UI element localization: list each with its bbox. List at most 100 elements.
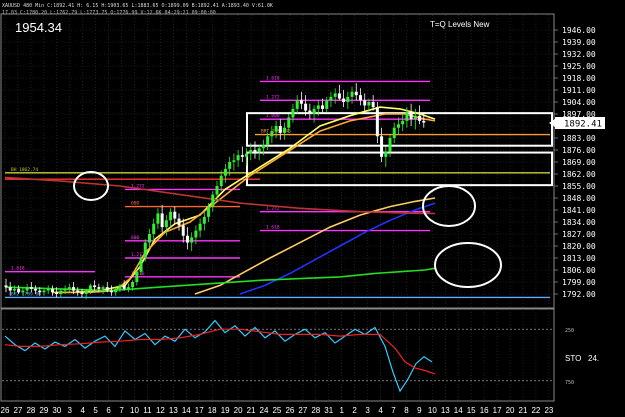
candle-body [131,282,135,288]
date-tick-label: 26 [1,406,10,415]
cursor-price-readout: 1954.34 [15,20,62,35]
candle-body [380,136,384,157]
candle-body [346,96,350,102]
candle-body [50,288,54,293]
candle-body [42,290,46,293]
candle-body [55,292,59,294]
candle-body [401,120,405,125]
candle-body [177,218,181,226]
date-tick-label: 21 [247,406,256,415]
candle-body [371,102,375,108]
price-tick-label: 1883.00 [562,134,596,143]
candle-body [236,155,240,161]
candle-body [418,115,422,121]
candle-body [59,290,63,294]
price-tick-label: 1876.00 [562,146,596,155]
indicator-info-line: 17.03 C:1780.20 L:1762.79 L:1773.75 O:17… [2,10,216,16]
price-tick-label: 1813.00 [562,254,596,263]
candle-body [46,288,50,291]
level-label: 000 [131,235,139,241]
candle-body [367,102,371,106]
candle-body [21,290,25,293]
date-tick-label: 28 [311,406,320,415]
level-label: 1.618 [266,225,280,231]
candle-body [164,220,168,228]
candle-body [219,175,223,186]
candle-body [228,162,232,169]
candle-body [354,91,358,96]
candle-body [72,287,76,291]
candle-body [409,112,413,120]
candle-body [325,100,329,109]
date-tick-label: 27 [298,406,307,415]
candle-body [101,287,105,289]
candle-body [135,271,139,282]
date-tick-label: 5 [93,406,98,415]
candle-body [321,105,324,109]
current-price-tag: 1892.41 [564,120,602,130]
candle-body [342,98,346,102]
date-tick-label: 3 [365,406,370,415]
date-tick-label: 21 [519,406,528,415]
date-tick-label: 13 [169,406,178,415]
candle-body [34,288,38,291]
indicator-title: T=Q Levels New [430,20,490,29]
candle-body [257,148,261,152]
candle-body [358,95,362,101]
candle-body [384,151,388,157]
date-tick-label: 2 [352,406,357,415]
candle-body [97,287,101,289]
candle-body [160,213,164,228]
level-label: 1.272 [266,94,280,100]
symbol-info-line: XAUUSD 480 Min C:1892.41 H: 6.15 H:1903.… [2,3,273,9]
candle-body [278,126,282,133]
date-tick-label: 27 [13,406,22,415]
candle-body [114,288,118,293]
candle-body [110,290,113,293]
candle-body [333,93,337,97]
candle-body [181,225,185,236]
date-tick-label: 17 [195,406,204,415]
oscillator-value: 24. [588,354,599,363]
candle-body [363,100,367,106]
price-chart[interactable]: 1.6181.2721.000BRT 1885.46BH 1862.741.27… [0,0,625,417]
candle-body [329,96,333,101]
price-tick-label: 1806.00 [562,266,596,275]
date-tick-label: 30 [52,406,61,415]
date-tick-label: 15 [467,406,476,415]
candle-body [8,287,12,291]
date-tick-label: 10 [428,406,437,415]
date-tick-label: 6 [106,406,111,415]
candle-body [215,186,219,195]
candle-body [17,288,21,293]
level-label: BH 1862.74 [11,167,38,173]
price-tick-label: 1862.00 [562,170,596,179]
candle-body [396,124,400,128]
price-tick-label: 1848.00 [562,194,596,203]
price-tick-label: 1855.00 [562,182,596,191]
candle-body [152,223,156,234]
candle-body [67,287,71,289]
candle-body [185,235,189,243]
candle-body [316,105,320,109]
date-tick-label: 18 [208,406,217,415]
price-tick-label: 1925.00 [562,62,596,71]
date-tick-label: 20 [234,406,243,415]
candle-body [198,223,202,231]
candle-body [173,211,177,219]
date-tick-label: 7 [391,406,396,415]
date-tick-label: 9 [417,406,422,415]
candle-body [223,168,227,176]
candle-body [261,144,265,149]
price-tick-label: 1869.00 [562,158,596,167]
candle-body [202,216,206,224]
candle-body [80,292,84,294]
candle-body [143,242,147,258]
candle-body [405,112,409,121]
date-tick-label: 8 [404,406,409,415]
date-tick-label: 26 [285,406,294,415]
oscillator-level-label: 250 [565,328,574,334]
date-tick-label: 4 [378,406,383,415]
candle-body [274,126,278,132]
candle-body [240,155,244,157]
